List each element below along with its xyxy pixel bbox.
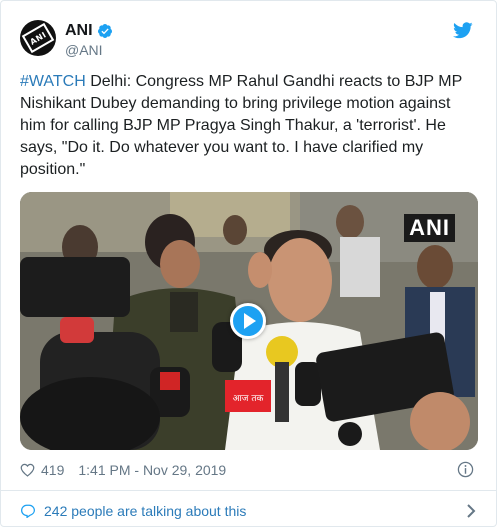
verified-badge-icon <box>97 24 112 38</box>
tweet-body: Delhi: Congress MP Rahul Gandhi reacts t… <box>20 73 462 178</box>
video-player[interactable]: आज तक ANI <box>20 192 478 450</box>
avatar[interactable]: ANI <box>20 20 56 56</box>
heart-icon[interactable] <box>20 463 35 477</box>
author-name-row[interactable]: ANI <box>65 22 113 40</box>
tweet-text: #WATCH Delhi: Congress MP Rahul Gandhi r… <box>20 71 480 181</box>
display-name[interactable]: ANI <box>65 22 93 40</box>
chevron-right-icon[interactable] <box>466 503 476 519</box>
tweet-meta-row: 419 1:41 PM - Nov 29, 2019 <box>20 460 478 480</box>
aaj-tak-mic-label: आज तक <box>233 394 265 404</box>
ani-watermark: ANI <box>404 214 455 242</box>
ani-logo-icon: ANI <box>21 22 55 54</box>
author-handle[interactable]: @ANI <box>65 42 103 58</box>
twitter-bird-icon[interactable] <box>453 22 473 39</box>
avatar-text: ANI <box>28 29 48 47</box>
talking-count-text[interactable]: 242 people are talking about this <box>44 503 246 519</box>
play-button[interactable] <box>230 303 266 339</box>
tweet-timestamp[interactable]: 1:41 PM - Nov 29, 2019 <box>78 462 226 478</box>
conversation-link[interactable]: 242 people are talking about this <box>20 501 478 521</box>
play-icon <box>244 313 256 329</box>
comment-bubble-icon <box>20 504 36 518</box>
hashtag-link[interactable]: #WATCH <box>20 73 86 90</box>
info-icon[interactable] <box>457 461 474 478</box>
divider <box>1 490 497 491</box>
like-count[interactable]: 419 <box>41 462 64 478</box>
tweet-card: ANI ANI @ANI #WATCH Delhi: Congress MP R… <box>0 0 497 527</box>
